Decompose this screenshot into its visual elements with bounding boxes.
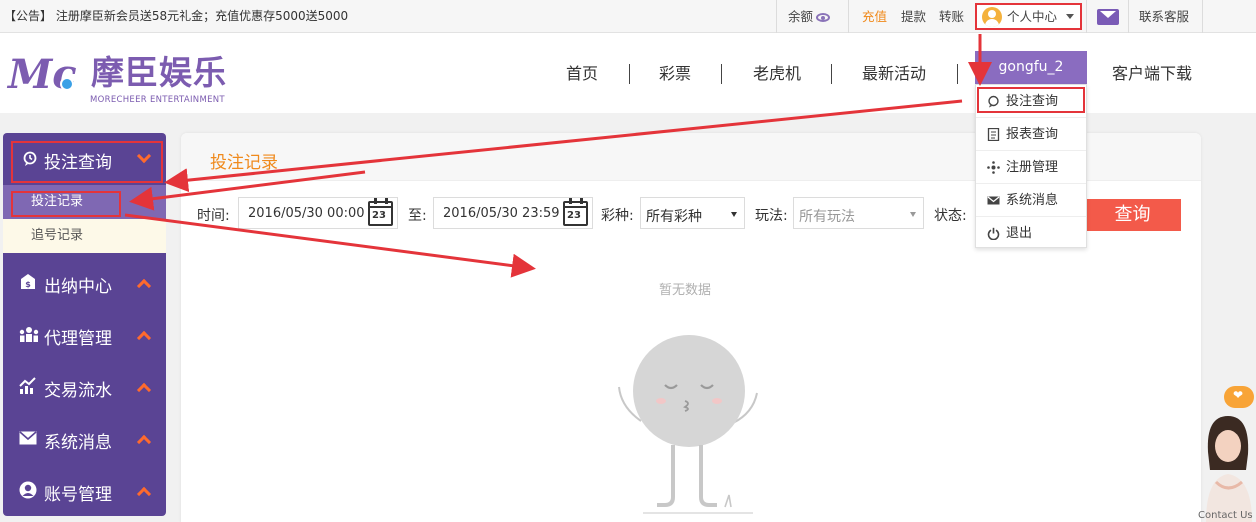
annotation-arrows: [124, 34, 992, 278]
